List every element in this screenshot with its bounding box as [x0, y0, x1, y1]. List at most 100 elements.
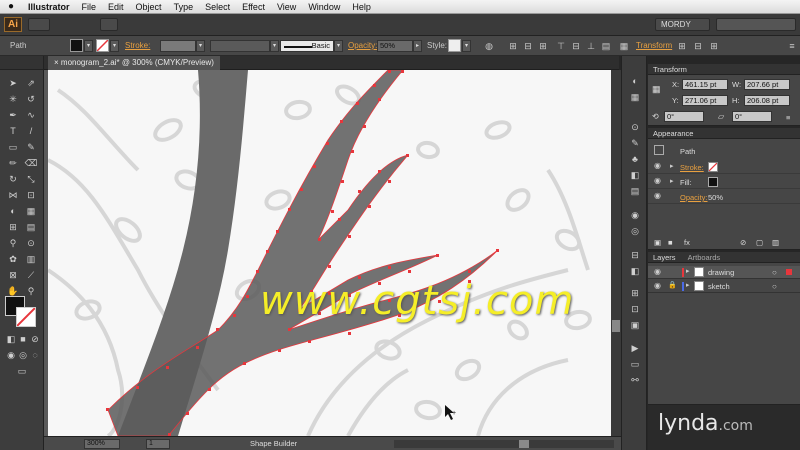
blend-tool-icon[interactable]: ⊙ — [24, 236, 38, 250]
add-stroke-icon[interactable]: ▣ — [654, 238, 661, 247]
eraser-tool-icon[interactable]: ⌫ — [24, 156, 38, 170]
color-guide-icon[interactable]: ▦ — [628, 90, 642, 104]
paintbrush-tool-icon[interactable]: ✎ — [24, 140, 38, 154]
gradient-panel-icon[interactable]: ▤ — [628, 184, 642, 198]
pen-tool-icon[interactable]: ✒ — [6, 108, 20, 122]
draw-inside-icon[interactable]: ◌ — [28, 348, 42, 362]
reference-point-icon[interactable]: ▦ — [652, 84, 661, 95]
layer-name[interactable]: drawing — [708, 268, 734, 277]
brushes-panel-icon[interactable]: ✎ — [628, 136, 642, 150]
free-transform-tool-icon[interactable]: ⊡ — [24, 188, 38, 202]
stroke-attribute-label[interactable]: Stroke: — [680, 163, 704, 172]
expand-arrow-icon[interactable]: ▸ — [670, 177, 674, 185]
document-tab[interactable]: × monogram_2.ai* @ 300% (CMYK/Preview) — [48, 56, 220, 70]
graphic-style-swatch[interactable] — [448, 39, 461, 52]
align-right-icon[interactable]: ⊞ — [537, 40, 549, 52]
slice-tool-icon[interactable]: ⟋ — [24, 268, 38, 282]
bridge-button[interactable] — [28, 18, 50, 31]
stroke-color-box[interactable] — [16, 307, 36, 327]
align-top-icon[interactable]: ⊤ — [555, 40, 567, 52]
attributes-panel-icon[interactable]: ⚯ — [628, 373, 642, 387]
layer-name[interactable]: sketch — [708, 282, 730, 291]
artboard-canvas[interactable]: + www.cgtsj.com — [48, 70, 611, 436]
graphic-styles-panel-icon[interactable]: ◧ — [628, 168, 642, 182]
artboards-panel-icon[interactable]: ⊞ — [628, 286, 642, 300]
fill-swatch[interactable] — [70, 39, 83, 52]
menu-object[interactable]: Object — [130, 2, 168, 12]
align-bottom-icon[interactable]: ⊥ — [585, 40, 597, 52]
rectangle-tool-icon[interactable]: ▭ — [6, 140, 20, 154]
opacity-dropdown[interactable]: ▸ — [413, 40, 422, 52]
fill-row[interactable]: ◉ ▸ Fill: — [648, 175, 800, 189]
visibility-eye-icon[interactable]: ◉ — [654, 281, 661, 290]
stroke-dropdown[interactable]: ▾ — [110, 40, 119, 52]
fill-swatch[interactable] — [708, 177, 718, 187]
zoom-tool-icon[interactable]: ⚲ — [24, 284, 38, 298]
curvature-tool-icon[interactable]: ∿ — [24, 108, 38, 122]
clear-appearance-icon[interactable]: ⊘ — [740, 238, 746, 247]
zoom-level-field[interactable]: 300% — [84, 439, 120, 449]
lock-icon[interactable]: 🔒 — [668, 281, 677, 289]
y-field[interactable]: 271.06 pt — [682, 95, 728, 106]
rotate-field[interactable]: 0° — [664, 111, 704, 122]
arrange-documents-button[interactable] — [100, 18, 118, 31]
brush-definition-field[interactable]: Basic — [280, 40, 334, 52]
align-center-icon[interactable]: ⊟ — [522, 40, 534, 52]
magic-wand-tool-icon[interactable]: ✳ — [6, 92, 20, 106]
fill-dropdown[interactable]: ▾ — [84, 40, 93, 52]
expand-arrow-icon[interactable]: ▸ — [686, 281, 690, 289]
scale-tool-icon[interactable]: ⤡ — [24, 172, 38, 186]
distribute-icon[interactable]: ▤ — [600, 40, 612, 52]
menu-window[interactable]: Window — [302, 2, 346, 12]
close-tab-icon[interactable]: × — [54, 58, 61, 67]
pathfinder-panel-icon[interactable]: ◧ — [628, 264, 642, 278]
expand-arrow-icon[interactable]: ▸ — [686, 267, 690, 275]
screen-mode-icon[interactable]: ▭ — [15, 364, 29, 378]
horizontal-scroll-thumb[interactable] — [519, 440, 529, 448]
document-info-icon[interactable]: ▭ — [628, 357, 642, 371]
shear-field[interactable]: 0° — [732, 111, 772, 122]
links-panel-icon[interactable]: ⊡ — [628, 302, 642, 316]
type-tool-icon[interactable]: T — [6, 124, 20, 138]
help-search-input[interactable] — [716, 18, 796, 31]
apple-menu-icon[interactable]: ● — [0, 1, 22, 12]
layer-row-drawing[interactable]: ◉ ▸ drawing ○ — [648, 266, 800, 279]
artboard-tool-icon[interactable]: ⊠ — [6, 268, 20, 282]
swatches-panel-icon[interactable]: ⊙ — [628, 120, 642, 134]
delete-item-icon[interactable]: ▥ — [772, 238, 779, 247]
reference-point-icon[interactable]: ▦ — [618, 40, 630, 52]
menu-select[interactable]: Select — [199, 2, 236, 12]
appearance-panel-title[interactable]: Appearance — [648, 128, 800, 139]
width-tool-icon[interactable]: ⋈ — [6, 188, 20, 202]
align-panel-icon[interactable]: ⊟ — [628, 248, 642, 262]
align-left-icon[interactable]: ⊞ — [507, 40, 519, 52]
tab-layers[interactable]: Layers — [653, 253, 676, 262]
panel-menu-icon[interactable]: ≡ — [786, 40, 798, 52]
transform-link[interactable]: Transform — [636, 41, 672, 50]
variable-width-field[interactable] — [210, 40, 270, 52]
menu-effect[interactable]: Effect — [236, 2, 271, 12]
opacity-row[interactable]: ◉ Opacity: 50% — [648, 190, 800, 204]
menu-edit[interactable]: Edit — [102, 2, 130, 12]
duplicate-item-icon[interactable]: ▢ — [756, 238, 763, 247]
artboard-number-field[interactable]: 1 — [146, 439, 170, 449]
line-tool-icon[interactable]: / — [24, 124, 38, 138]
visibility-eye-icon[interactable]: ◉ — [654, 161, 661, 170]
add-fill-icon[interactable]: ■ — [668, 238, 673, 247]
h-field[interactable]: 206.08 pt — [744, 95, 790, 106]
stroke-panel-icon[interactable]: ◉ — [628, 208, 642, 222]
add-effect-icon[interactable]: fx — [684, 238, 690, 247]
pencil-tool-icon[interactable]: ✏ — [6, 156, 20, 170]
none-mode-icon[interactable]: ⊘ — [28, 332, 42, 346]
mesh-tool-icon[interactable]: ⊞ — [6, 220, 20, 234]
vertical-scroll-thumb[interactable] — [612, 320, 620, 332]
menu-file[interactable]: File — [76, 2, 103, 12]
align-middle-icon[interactable]: ⊟ — [570, 40, 582, 52]
visibility-eye-icon[interactable]: ◉ — [654, 191, 661, 200]
target-circle-icon[interactable]: ○ — [772, 268, 777, 277]
visibility-eye-icon[interactable]: ◉ — [654, 267, 661, 276]
gradient-tool-icon[interactable]: ▤ — [24, 220, 38, 234]
menu-type[interactable]: Type — [168, 2, 200, 12]
opacity-attribute-label[interactable]: Opacity: — [680, 193, 708, 202]
stroke-weight-dropdown[interactable]: ▾ — [196, 40, 205, 52]
